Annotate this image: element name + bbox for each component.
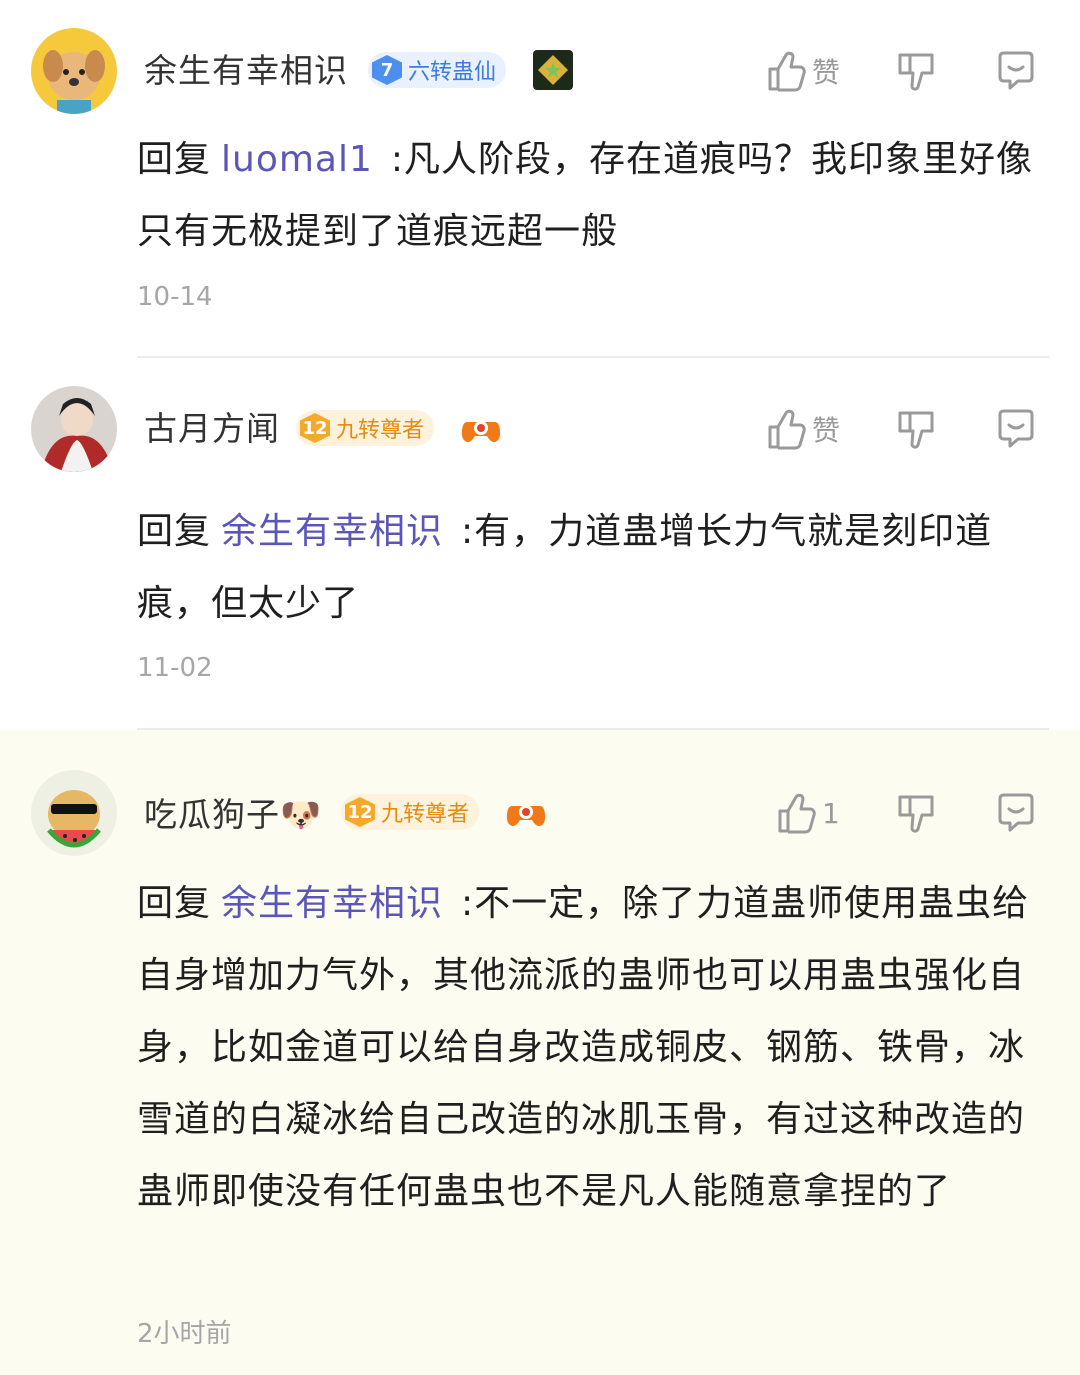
reply-button[interactable] [994, 404, 1038, 454]
level-icon: 12 [300, 413, 330, 443]
comment-item: 古月方闻 12 九转尊者 赞 回复余生有幸相识:有，力道蛊增长力气就是刻印道 [0, 358, 1080, 729]
reply-prefix: 回复 [137, 511, 212, 552]
thumbs-down-icon [898, 411, 934, 449]
gamepad-icon [506, 805, 546, 827]
thumbs-up-icon [768, 51, 806, 92]
reply-button[interactable] [994, 788, 1038, 838]
mention-link[interactable]: luomal1 [221, 139, 373, 180]
rank-badge: 12 九转尊者 [341, 794, 480, 830]
username[interactable]: 古月方闻 [144, 402, 280, 450]
avatar[interactable] [31, 770, 117, 856]
dislike-button[interactable] [896, 46, 936, 96]
rank-badge: 7 六转蛊仙 [368, 52, 507, 88]
rank-label: 九转尊者 [336, 418, 425, 443]
timestamp: 2小时前 [137, 1319, 232, 1349]
dislike-button[interactable] [896, 404, 936, 454]
thumbs-up-icon [768, 409, 806, 450]
like-count: 赞 [812, 56, 841, 89]
like-count: 1 [822, 796, 840, 830]
comment-body: 回复 余生有幸相识:有，力道蛊增长力气就是刻印道痕，但太少了 [137, 496, 1052, 640]
medal-icon [533, 50, 573, 90]
comment-body: 回复 luomal1:凡人阶段，存在道痕吗？我印象里好像只有无极提到了道痕远超一般 [137, 124, 1052, 268]
like-button[interactable]: 赞 [766, 46, 840, 96]
thumbs-down-icon [898, 53, 934, 91]
comment-body: 回复 余生有幸相识:不一定，除了力道蛊师使用蛊虫给自身增加力气外，其他流派的蛊师也… [137, 868, 1052, 1228]
mention-link[interactable]: 余生有幸相识 [221, 883, 443, 924]
like-button[interactable]: 赞 [766, 404, 840, 454]
level-icon: 12 [345, 797, 375, 827]
comment-icon [998, 409, 1034, 448]
thumbs-down-icon [898, 795, 934, 833]
rank-label: 九转尊者 [381, 802, 470, 827]
mention-link[interactable]: 余生有幸相识 [221, 511, 443, 552]
username[interactable]: 吃瓜狗子🐶 [144, 788, 322, 836]
comment-icon [998, 51, 1034, 90]
reply-button[interactable] [994, 46, 1038, 96]
thumbs-up-icon [778, 793, 816, 834]
like-button[interactable]: 1 [776, 788, 840, 838]
dislike-button[interactable] [896, 788, 936, 838]
comment-text: :不一定，除了力道蛊师使用蛊虫给自身增加力气外，其他流派的蛊师也可以用蛊虫强化自… [137, 883, 1030, 1212]
username[interactable]: 余生有幸相识 [144, 44, 348, 92]
timestamp: 11-02 [137, 653, 213, 683]
avatar[interactable] [31, 28, 117, 114]
rank-label: 六转蛊仙 [408, 60, 497, 85]
comment-item: 余生有幸相识 7 六转蛊仙 赞 回复luomal1:凡人阶段，存在道痕吗？我 [0, 0, 1080, 357]
reply-prefix: 回复 [137, 883, 212, 924]
like-count: 赞 [812, 414, 841, 447]
gamepad-icon [461, 421, 501, 443]
comment-item: 吃瓜狗子🐶 12 九转尊者 1 回复 余生有幸相识:不一定，除了力道蛊师使用蛊… [0, 730, 1080, 1375]
level-icon: 7 [372, 55, 402, 85]
avatar[interactable] [31, 386, 117, 472]
comment-icon [998, 793, 1034, 832]
timestamp: 10-14 [137, 282, 213, 312]
rank-badge: 12 九转尊者 [296, 410, 435, 446]
reply-prefix: 回复 [137, 139, 212, 180]
